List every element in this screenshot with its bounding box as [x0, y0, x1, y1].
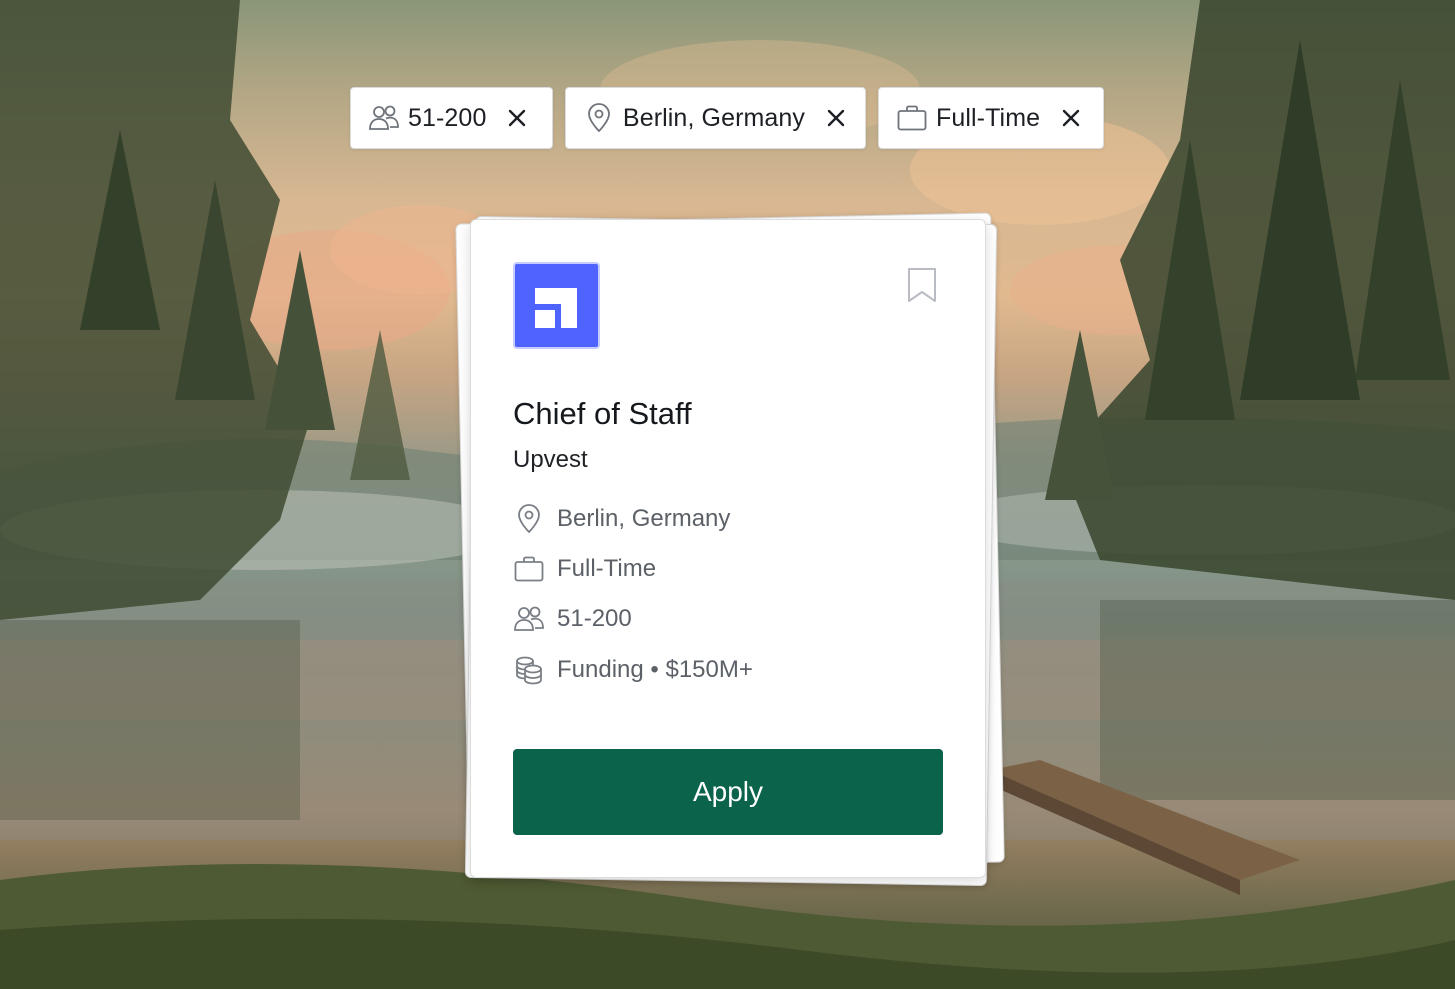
- location-text: Berlin, Germany: [557, 505, 731, 532]
- company-name: Upvest: [513, 446, 588, 473]
- filter-chip-label: Full-Time: [936, 103, 1041, 132]
- company-logo: [513, 262, 600, 349]
- coins-icon: [513, 654, 545, 686]
- company-size-text: 51-200: [557, 605, 632, 632]
- job-card: Chief of Staff Upvest Berlin, Germany Fu…: [470, 219, 986, 878]
- filter-chip-location[interactable]: Berlin, Germany: [565, 87, 866, 149]
- close-icon[interactable]: [506, 107, 528, 129]
- filter-chip-employment-type[interactable]: Full-Time: [878, 87, 1104, 149]
- briefcase-icon: [513, 553, 545, 585]
- filter-chip-label: Berlin, Germany: [622, 103, 806, 132]
- filter-chip-company-size[interactable]: 51-200: [350, 87, 553, 149]
- location-pin-icon: [513, 503, 545, 535]
- location-pin-icon: [583, 102, 615, 134]
- active-filters: 51-200 Berlin, Germany Full-Time: [350, 87, 1104, 149]
- people-icon: [513, 603, 545, 635]
- filter-chip-label: 51-200: [408, 103, 487, 132]
- job-employment-type: Full-Time: [513, 552, 656, 586]
- job-location: Berlin, Germany: [513, 502, 730, 536]
- close-icon[interactable]: [1060, 107, 1082, 129]
- funding-text: Funding • $150M+: [557, 656, 753, 683]
- close-icon[interactable]: [825, 107, 847, 129]
- job-funding: Funding • $150M+: [513, 653, 753, 687]
- bookmark-icon[interactable]: [905, 265, 939, 305]
- employment-type-text: Full-Time: [557, 555, 657, 582]
- people-icon: [368, 102, 400, 134]
- briefcase-icon: [896, 102, 928, 134]
- apply-button[interactable]: Apply: [513, 749, 943, 835]
- job-title: Chief of Staff: [513, 396, 692, 431]
- job-company-size: 51-200: [513, 602, 632, 636]
